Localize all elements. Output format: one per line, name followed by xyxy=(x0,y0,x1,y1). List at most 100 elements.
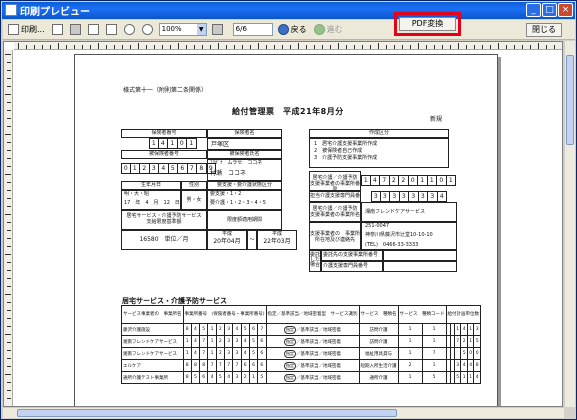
service-kind-mark: 指定 xyxy=(284,325,297,334)
next-label: 進む xyxy=(326,25,343,34)
service-digit: 7 xyxy=(207,359,217,372)
worker-no-digits: 33333334 xyxy=(371,191,447,202)
service-digit: 1 xyxy=(207,323,217,336)
digit-cell: 4 xyxy=(370,175,380,186)
worker-no-label: 担当介護支援専門員番号 xyxy=(309,191,361,202)
page-input[interactable]: 6/6 xyxy=(232,23,273,36)
care-levels: 要介護・1・2・3・4・5 xyxy=(210,200,266,206)
service-digit: 3 xyxy=(232,371,242,384)
service-digit: 5 xyxy=(248,347,259,360)
service-header: 事業所番号 (保険者番号・事業所番号) xyxy=(182,305,267,324)
creation-options: 1 居宅介護支援事業所作成 2 被保険者自己作成 3 介護予防支援事業所作成 xyxy=(309,138,449,168)
service-kind-mark: 指定 xyxy=(284,349,297,358)
period-to: 22年03月 xyxy=(263,238,291,245)
digit-cell: 0 xyxy=(437,175,447,186)
horizontal-scrollbar[interactable] xyxy=(3,407,564,418)
service-digit: 6 xyxy=(248,323,259,336)
limit-label: 居宅サービス・介護予防サービス 支給限度基準額 xyxy=(121,210,207,230)
form-number: 様式第十一（附則第二条関係） xyxy=(123,87,208,94)
service-code-digit: 7 xyxy=(421,347,447,360)
pdf-highlight-box: PDF変換 xyxy=(394,12,461,36)
birth-value: 17 年 4 月 12 日 xyxy=(124,200,180,206)
service-type: 短期入所生活介護 xyxy=(358,359,399,372)
maximize-button[interactable]: □ xyxy=(542,3,557,17)
service-unit-digit: 4 xyxy=(473,371,481,384)
new-label: 新規 xyxy=(430,116,443,123)
insured-name-box: ﾌﾘｶﾞﾅ ムラセ ココネ 村瀬 ココネ xyxy=(207,159,282,181)
service-digit: 5 xyxy=(257,371,267,384)
service-digit: 8 xyxy=(199,359,209,372)
service-digit: 7 xyxy=(199,347,209,360)
four-page-button[interactable] xyxy=(104,22,119,38)
service-digit: 5 xyxy=(199,323,209,336)
entrust-value-1 xyxy=(383,250,457,261)
title-bar: 印刷プレビュー _ □ × xyxy=(2,2,575,19)
digit-cell: 0 xyxy=(121,163,131,174)
service-digit: 7 xyxy=(215,359,226,372)
insured-no-digits: 0123456789 xyxy=(121,163,216,174)
digit-cell: 2 xyxy=(399,175,409,186)
copy-icon xyxy=(51,24,63,35)
entrust-row1: 委託先の支援事業所番号 xyxy=(321,250,383,261)
first-page-button[interactable] xyxy=(210,22,225,38)
horizontal-scroll-thumb[interactable] xyxy=(17,409,397,417)
zoom-select[interactable]: 100% ▼ xyxy=(158,23,207,36)
birth-label: 生年月日 xyxy=(121,181,181,190)
creation-option-1: 1 居宅介護支援事業所作成 xyxy=(314,141,378,147)
back-arrow-icon xyxy=(277,24,289,35)
service-type: 訪問介護 xyxy=(358,323,399,336)
service-digit: 8 xyxy=(190,359,201,372)
office-tel: (TEL) 0466-33-3333 xyxy=(365,242,419,248)
service-type: 福祉用具貸与 xyxy=(358,347,399,360)
digit-cell: 1 xyxy=(446,175,456,186)
zoom-out-button[interactable] xyxy=(122,22,137,38)
service-code-digit: 1 xyxy=(397,347,423,360)
close-window-button[interactable]: × xyxy=(558,3,573,17)
zoom-in-icon xyxy=(141,24,153,35)
vertical-scroll-thumb[interactable] xyxy=(566,55,574,145)
digit-cell: 5 xyxy=(168,163,178,174)
minimize-button[interactable]: _ xyxy=(526,3,541,17)
service-digit: 6 xyxy=(248,359,259,372)
service-digit: 2 xyxy=(215,323,226,336)
service-kind-tail: ／基準該当／地域密着 xyxy=(296,351,342,357)
service-digit: 1 xyxy=(207,335,217,348)
copy-button[interactable] xyxy=(50,22,65,38)
office-addr-box: 251-0047 神奈川県藤沢市辻堂10-10-10 (TEL) 0466-33… xyxy=(361,222,457,250)
service-digit: 4 xyxy=(207,371,217,384)
service-digit: 4 xyxy=(190,335,201,348)
digit-cell: 3 xyxy=(380,191,390,202)
digit-cell: 3 xyxy=(390,191,400,202)
creation-option-3: 3 介護予防支援事業所作成 xyxy=(314,155,378,161)
digit-cell: 7 xyxy=(187,163,197,174)
digit-cell: 4 xyxy=(159,163,169,174)
service-digit: 4 xyxy=(232,323,242,336)
service-code-digit: 1 xyxy=(397,371,423,384)
service-digit: 2 xyxy=(215,335,226,348)
service-digit: 8 xyxy=(182,371,192,384)
close-button[interactable]: 閉じる xyxy=(526,23,562,37)
service-office-name: 湘南フレンドケアサービス xyxy=(121,335,184,348)
entrust-label: 委託した場合 xyxy=(309,250,321,272)
zoom-in-button[interactable] xyxy=(140,22,155,38)
service-digit: 1 xyxy=(182,335,192,348)
print-button[interactable]: 印刷... xyxy=(6,22,47,38)
digit-cell: 1 xyxy=(427,175,437,186)
service-kind: 指定 ／基準該当／地域密着 xyxy=(265,371,360,384)
vertical-ruler xyxy=(4,50,13,406)
preview-area[interactable]: 様式第十一（附則第二条関係） 給付管理票 平成21年8月分 新規 保険者番号 保… xyxy=(3,41,563,407)
back-button[interactable]: 戻る xyxy=(276,22,309,38)
next-button[interactable]: 進む xyxy=(312,22,345,38)
pdf-convert-button[interactable]: PDF変換 xyxy=(399,17,456,31)
insurer-name-label: 保険者名 xyxy=(207,129,282,138)
one-page-button[interactable] xyxy=(68,22,83,38)
service-table: サービス事業者の 事業所名 事業所番号 (保険者番号・事業所番号) 指定／基準該… xyxy=(121,305,482,384)
period-label: 限度額適用期間 xyxy=(207,210,282,230)
vertical-scrollbar[interactable] xyxy=(564,41,575,407)
two-page-button[interactable] xyxy=(86,22,101,38)
insured-no-label: 被保険者番号 xyxy=(121,150,207,159)
digit-cell: 6 xyxy=(178,163,188,174)
digit-cell: 3 xyxy=(149,163,159,174)
office-addr-label: 支援事業者の 事業所所在地及び連絡先 xyxy=(309,222,361,250)
digit-cell: 7 xyxy=(380,175,390,186)
